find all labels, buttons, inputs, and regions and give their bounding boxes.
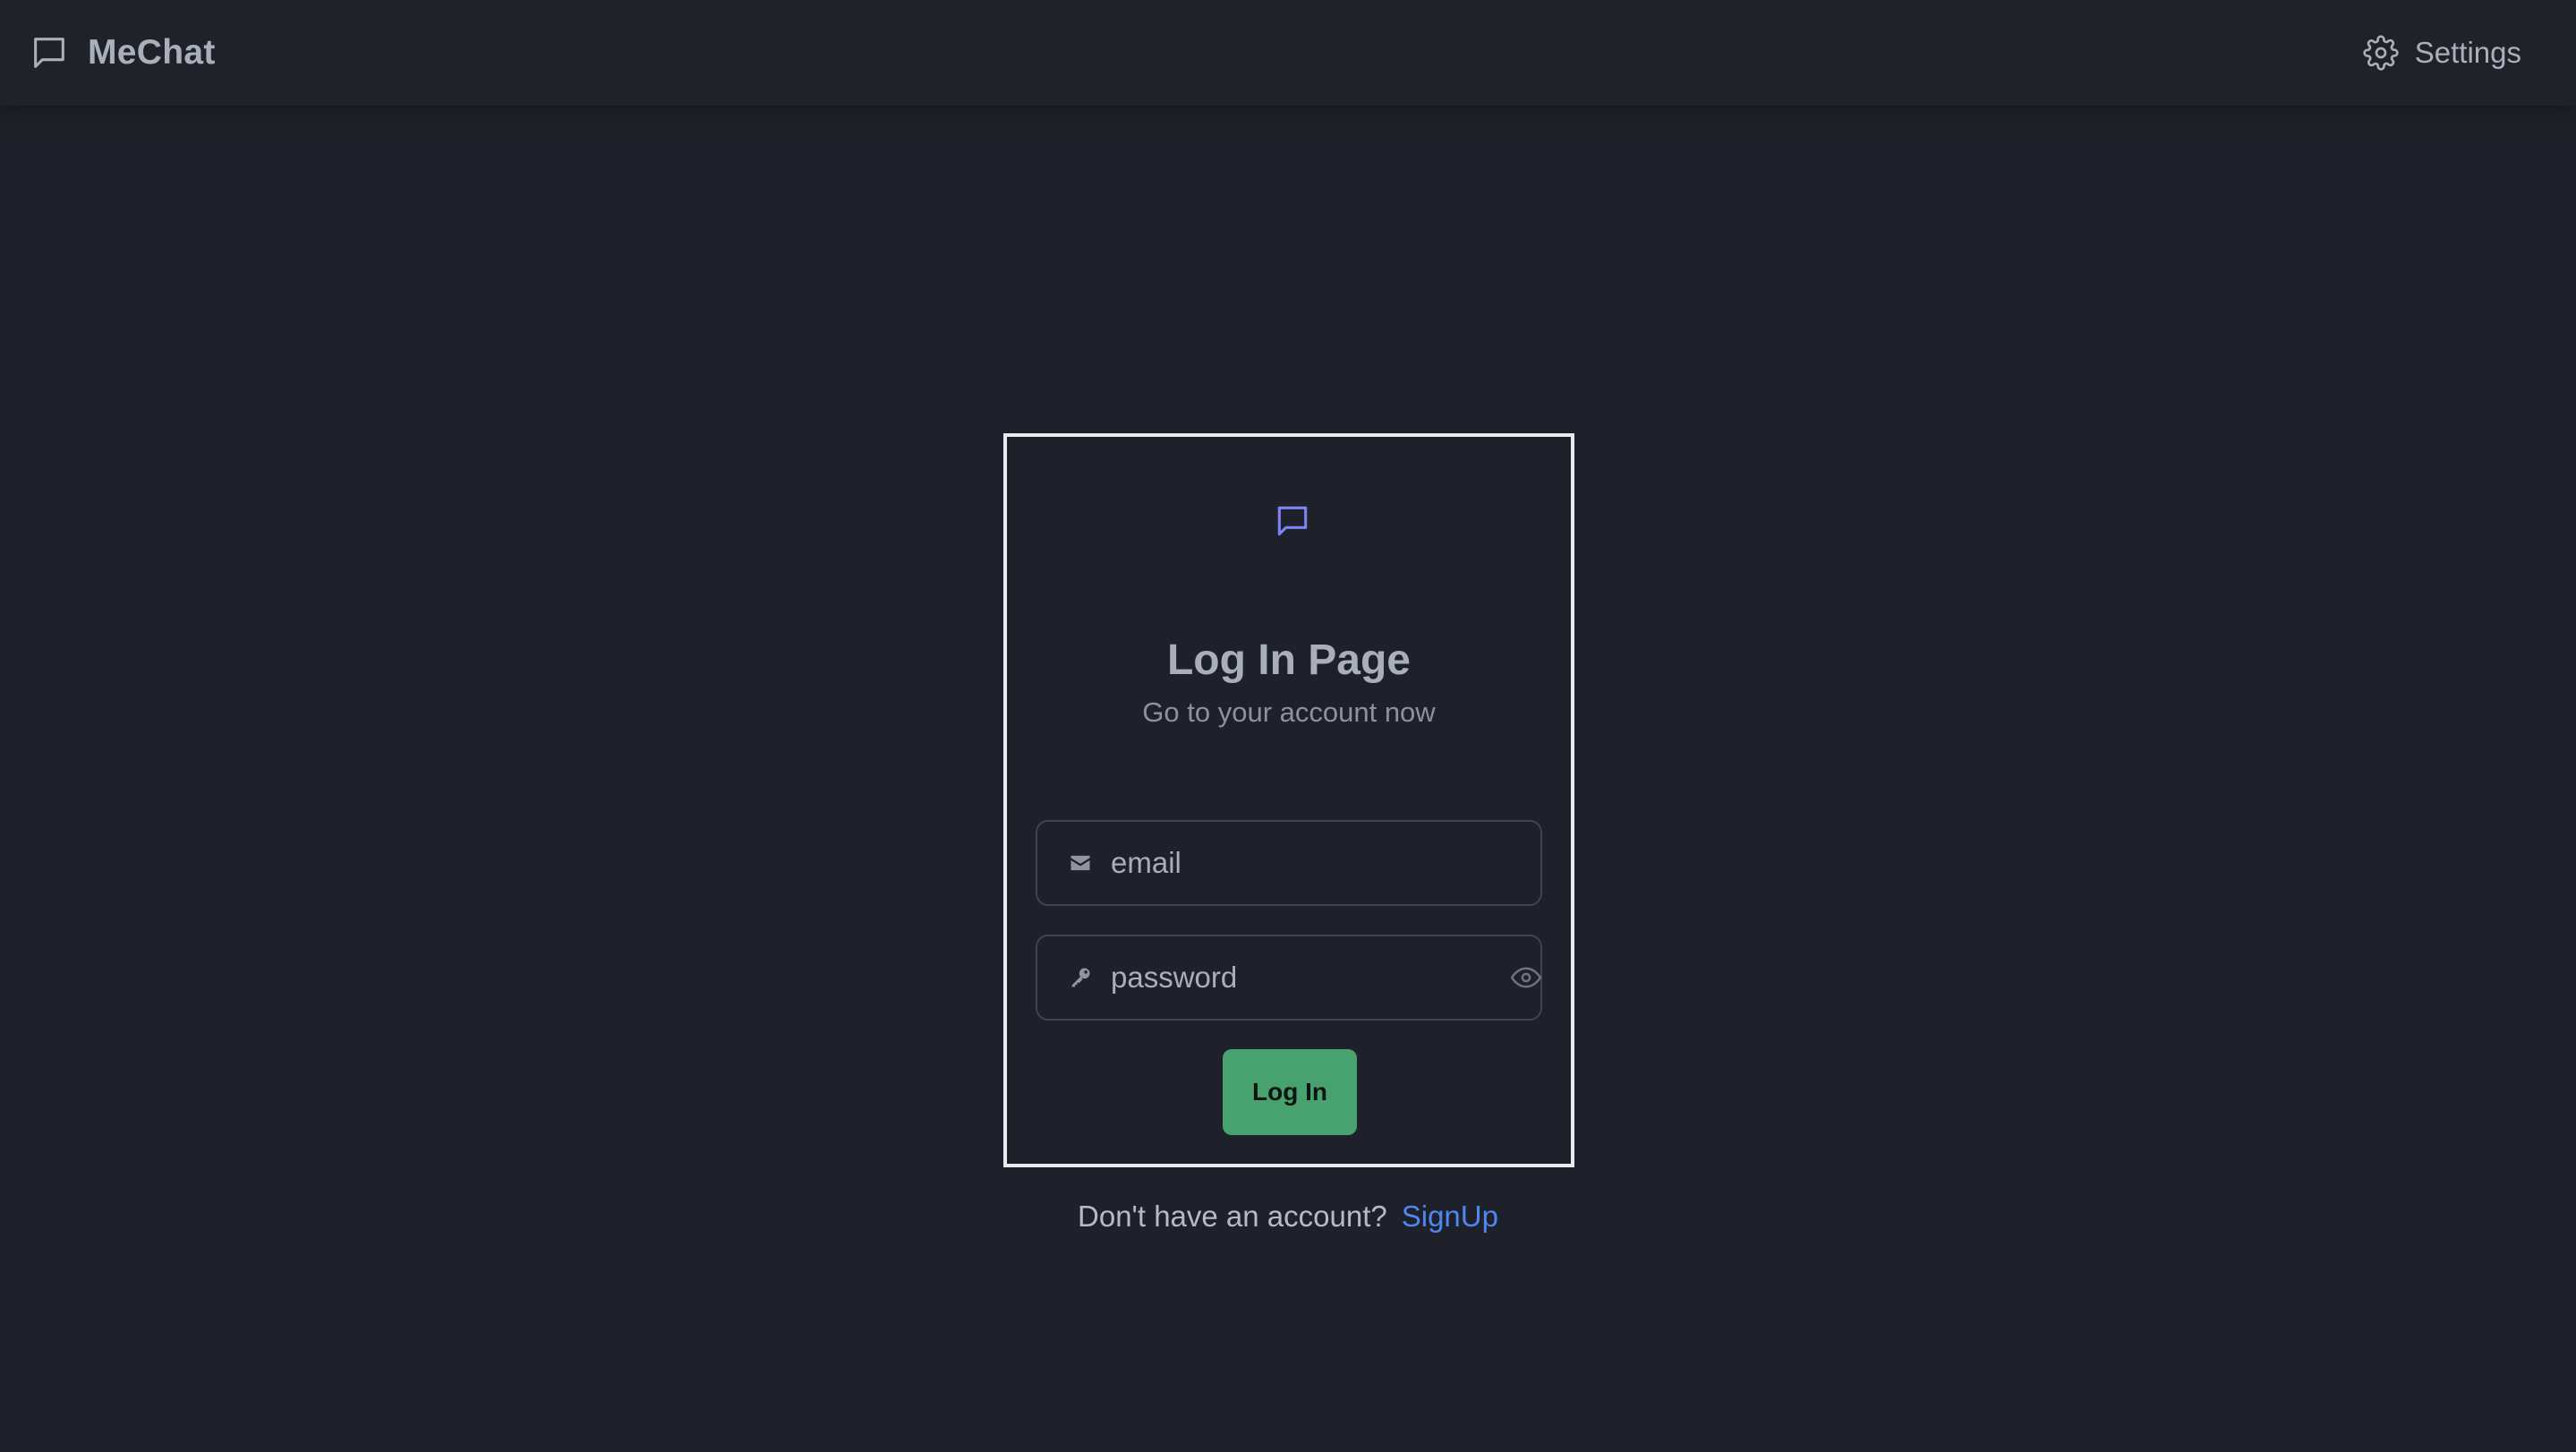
password-input[interactable] — [1111, 961, 1491, 995]
page-title: Log In Page — [1166, 636, 1411, 684]
signup-prompt-row: Don't have an account? SignUp — [0, 1200, 2576, 1234]
signup-link[interactable]: SignUp — [1402, 1200, 1498, 1234]
eye-icon[interactable] — [1509, 961, 1543, 995]
page-subtitle: Go to your account now — [1142, 696, 1436, 728]
brand-link[interactable]: MeChat — [29, 32, 216, 73]
settings-label: Settings — [2414, 36, 2521, 69]
top-navbar: MeChat Settings — [0, 0, 2576, 106]
password-field[interactable] — [1036, 935, 1542, 1021]
envelope-icon — [1070, 855, 1090, 871]
key-icon — [1071, 968, 1090, 987]
login-card: Log In Page Go to your account now Log I… — [1003, 433, 1574, 1167]
email-field[interactable] — [1036, 820, 1542, 906]
chat-bubble-icon — [1277, 506, 1308, 536]
settings-button[interactable]: Settings — [2363, 35, 2521, 71]
email-input[interactable] — [1111, 846, 1510, 880]
brand-name: MeChat — [88, 33, 216, 72]
chat-bubble-icon — [34, 38, 64, 68]
gear-icon — [2363, 35, 2399, 71]
login-button[interactable]: Log In — [1223, 1049, 1357, 1135]
signup-prompt-text: Don't have an account? — [1078, 1200, 1387, 1233]
